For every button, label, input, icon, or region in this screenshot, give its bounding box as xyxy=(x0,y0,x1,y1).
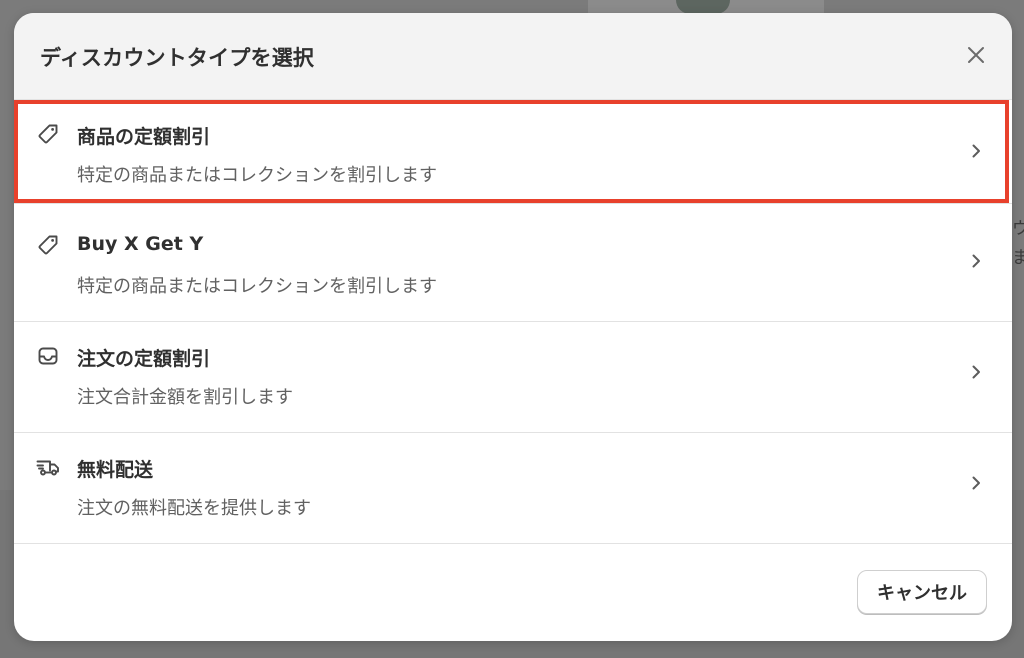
dialog-header: ディスカウントタイプを選択 xyxy=(14,13,1012,100)
option-description: 注文合計金額を割引します xyxy=(77,387,293,408)
background-text-fragment: ま xyxy=(1012,248,1024,268)
chevron-right-icon xyxy=(972,144,980,158)
option-free-shipping[interactable]: 無料配送 注文の無料配送を提供します xyxy=(14,433,1012,544)
option-product-fixed-discount[interactable]: 商品の定額割引 特定の商品またはコレクションを割引します xyxy=(14,100,1012,204)
option-title: 商品の定額割引 xyxy=(77,126,211,148)
background-text-fragment: ウ xyxy=(1012,219,1024,239)
delivery-truck-icon xyxy=(36,460,59,476)
option-buy-x-get-y[interactable]: Buy X Get Y 特定の商品またはコレクションを割引します xyxy=(14,211,1012,322)
discount-type-dialog: ディスカウントタイプを選択 商品の定額割引 特定の商品またはコレクションを割引し… xyxy=(14,13,1012,641)
option-description: 特定の商品またはコレクションを割引します xyxy=(77,165,437,186)
dialog-title: ディスカウントタイプを選択 xyxy=(40,46,315,70)
close-button[interactable] xyxy=(962,41,990,69)
selection-highlight xyxy=(14,100,1009,203)
tag-icon xyxy=(38,235,58,255)
tag-icon xyxy=(38,124,58,144)
cancel-button[interactable]: キャンセル xyxy=(857,570,987,614)
option-title: Buy X Get Y xyxy=(77,233,204,255)
chevron-right-icon xyxy=(972,365,980,379)
option-order-fixed-discount[interactable]: 注文の定額割引 注文合計金額を割引します xyxy=(14,322,1012,433)
option-title: 無料配送 xyxy=(77,459,154,481)
inbox-icon xyxy=(38,347,58,365)
option-description: 注文の無料配送を提供します xyxy=(77,498,311,519)
option-description: 特定の商品またはコレクションを割引します xyxy=(77,276,437,297)
close-icon xyxy=(968,47,984,63)
dialog-footer: キャンセル xyxy=(14,544,1012,641)
option-title: 注文の定額割引 xyxy=(77,348,211,370)
chevron-right-icon xyxy=(972,254,980,268)
discount-option-list: 商品の定額割引 特定の商品またはコレクションを割引します Buy X Get Y… xyxy=(14,100,1012,544)
chevron-right-icon xyxy=(972,476,980,490)
background-image-fragment xyxy=(676,0,730,14)
